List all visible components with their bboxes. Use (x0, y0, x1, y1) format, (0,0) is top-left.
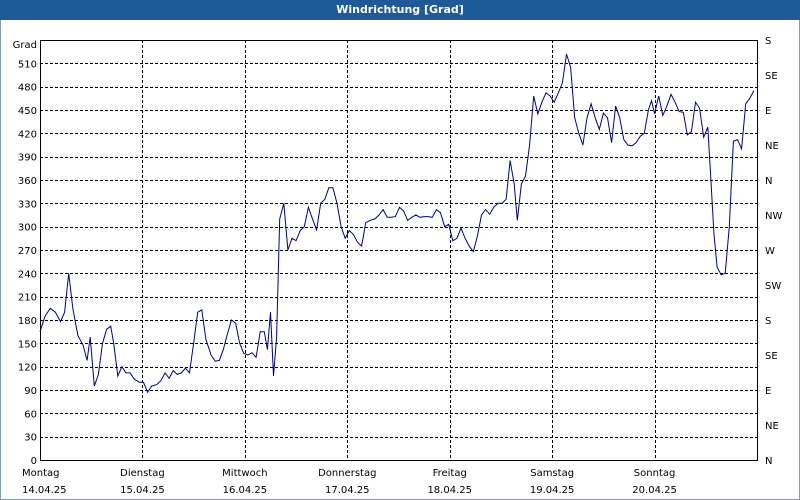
x-tick-day: Samstag (530, 468, 574, 479)
x-tick-day: Freitag (433, 468, 467, 479)
x-tick-date: 19.04.25 (530, 485, 575, 496)
y-tick-label: 180 (18, 316, 37, 327)
right-tick-label: SE (765, 351, 778, 362)
right-tick-label: NE (765, 421, 779, 432)
y-tick-label: 240 (18, 269, 37, 280)
plot-area (40, 40, 758, 461)
right-tick-label: SE (765, 71, 778, 82)
y-tick-label: 0 (31, 456, 37, 467)
x-tick-date: 15.04.25 (120, 485, 165, 496)
x-tick-date: 17.04.25 (325, 485, 370, 496)
y-tick-label: 90 (24, 386, 37, 397)
y-tick-label: 390 (18, 153, 37, 164)
y-tick-label: 300 (18, 223, 37, 234)
y-tick-label: 420 (18, 129, 37, 140)
x-tick-date: 16.04.25 (223, 485, 268, 496)
y-tick-label: 480 (18, 83, 37, 94)
x-axis-ticks: Montag 14.04.25 Dienstag 15.04.25 Mittwoch 16… (22, 468, 677, 496)
grid (40, 40, 757, 460)
right-tick-label: E (765, 106, 771, 117)
series-line-wind-direction (39, 53, 755, 394)
wind-direction-chart: 0 30 60 90 120 150 180 210 240 270 300 330 360 390 420… (13, 36, 783, 496)
x-tick-day: Donnerstag (318, 468, 376, 479)
right-tick-label: SW (765, 281, 781, 292)
y-tick-label: 450 (18, 106, 37, 117)
y-tick-label: 60 (24, 409, 37, 420)
right-tick-label: S (765, 316, 771, 327)
y-tick-label: 270 (18, 246, 37, 257)
x-tick-date: 14.04.25 (22, 485, 67, 496)
y-tick-label: 120 (18, 363, 37, 374)
right-tick-label: NW (765, 211, 782, 222)
y-tick-label: 150 (18, 339, 37, 350)
y-axis-label: Grad (13, 40, 37, 51)
x-tick-day: Dienstag (120, 468, 165, 479)
right-tick-label: E (765, 386, 771, 397)
x-tick-date: 20.04.25 (632, 485, 677, 496)
right-axis-ticks: N NE E SE S SW W NW N NE E SE S (765, 36, 782, 467)
y-tick-label: 510 (18, 59, 37, 70)
right-tick-label: W (765, 246, 775, 257)
y-tick-label: 330 (18, 199, 37, 210)
y-tick-label: 360 (18, 176, 37, 187)
x-tick-date: 18.04.25 (427, 485, 472, 496)
y-tick-label: 30 (24, 433, 37, 444)
x-tick-day: Sonntag (634, 468, 676, 479)
y-axis-ticks: 0 30 60 90 120 150 180 210 240 270 300 330 360 390 420… (18, 59, 37, 467)
y-tick-label: 210 (18, 293, 37, 304)
right-tick-label: N (765, 456, 772, 467)
x-tick-day: Montag (22, 468, 59, 479)
right-tick-label: S (765, 36, 771, 47)
right-tick-label: N (765, 176, 772, 187)
x-tick-day: Mittwoch (222, 468, 267, 479)
right-tick-label: NE (765, 141, 779, 152)
